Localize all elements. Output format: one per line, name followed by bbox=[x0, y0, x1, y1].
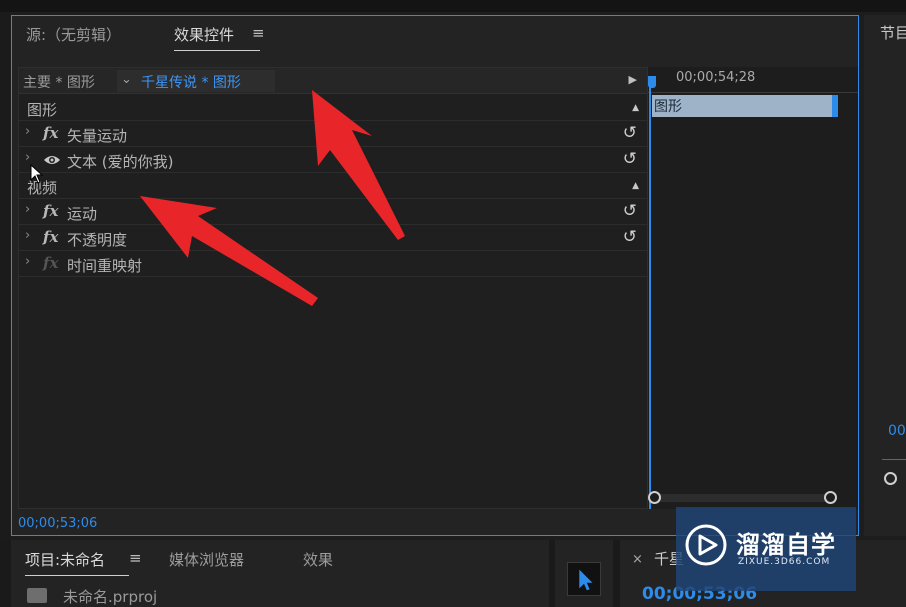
reset-icon[interactable]: ↺ bbox=[623, 227, 637, 247]
effect-label: 不透明度 bbox=[67, 231, 128, 249]
play-logo-icon bbox=[685, 524, 727, 566]
clip-label: 图形 bbox=[654, 99, 682, 115]
tab-source[interactable]: 源:（无剪辑） bbox=[26, 24, 121, 45]
effect-label: 矢量运动 bbox=[67, 127, 128, 145]
program-timecode[interactable]: 00 bbox=[888, 423, 906, 439]
effect-controls-panel: 源:（无剪辑） 效果控件 ≡ 主要 * 图形 ⌄ 千星传说 * 图形 ▶ 图形 … bbox=[11, 15, 859, 536]
scroll-end-handle[interactable] bbox=[824, 491, 837, 504]
mouse-cursor-icon bbox=[30, 164, 44, 184]
collapse-up-icon[interactable]: ▲ bbox=[632, 181, 639, 191]
fx-icon[interactable]: fx bbox=[43, 228, 58, 246]
effects-list: 主要 * 图形 ⌄ 千星传说 * 图形 ▶ 图形 ▲ › fx 矢量运动 ↺ ›… bbox=[18, 67, 648, 509]
chevron-down-icon[interactable]: ⌄ bbox=[121, 72, 132, 87]
watermark-name: 溜溜自学 bbox=[736, 531, 836, 559]
section-label: 图形 bbox=[27, 101, 58, 119]
selection-arrow-icon bbox=[579, 569, 593, 591]
program-scroll-handle[interactable] bbox=[884, 472, 897, 485]
timeline-time: 00;00;54;28 bbox=[676, 70, 756, 85]
collapse-up-icon[interactable]: ▲ bbox=[632, 103, 639, 113]
tab-effect-controls[interactable]: 效果控件 bbox=[174, 24, 261, 51]
effect-row-vector-motion[interactable]: › fx 矢量运动 ↺ bbox=[19, 121, 647, 147]
tools-panel bbox=[555, 540, 613, 607]
eye-icon[interactable] bbox=[43, 154, 61, 166]
watermark-url: ZIXUE.3D66.COM bbox=[738, 557, 831, 567]
selection-tool-button[interactable] bbox=[567, 562, 601, 596]
close-icon[interactable]: × bbox=[632, 552, 643, 567]
playhead-line bbox=[649, 87, 651, 509]
tab-media-browser[interactable]: 媒体浏览器 bbox=[169, 549, 244, 570]
panel-menu-icon[interactable]: ≡ bbox=[252, 24, 265, 42]
fx-icon[interactable]: fx bbox=[43, 202, 58, 220]
effect-row-text[interactable]: › 文本 (爱的你我) ↺ bbox=[19, 147, 647, 173]
project-file-name[interactable]: 未命名.prproj bbox=[63, 586, 157, 607]
effect-label: 文本 (爱的你我) bbox=[67, 153, 174, 171]
play-triangle-icon[interactable]: ▶ bbox=[629, 73, 637, 86]
timeline-clip[interactable]: 图形 bbox=[652, 95, 838, 117]
fx-icon[interactable]: fx bbox=[43, 124, 58, 142]
timeline-scrollbar[interactable] bbox=[654, 494, 836, 502]
reset-icon[interactable]: ↺ bbox=[623, 123, 637, 143]
top-strip bbox=[0, 0, 906, 12]
tab-program[interactable]: 节目 bbox=[880, 22, 906, 43]
effect-label: 运动 bbox=[67, 205, 98, 223]
master-clip-label[interactable]: 主要 * 图形 bbox=[23, 72, 95, 92]
watermark: 溜溜自学 ZIXUE.3D66.COM bbox=[676, 507, 856, 591]
sequence-clip-label[interactable]: 千星传说 * 图形 bbox=[141, 72, 241, 92]
folder-icon bbox=[27, 588, 47, 603]
twirl-right-icon[interactable]: › bbox=[25, 202, 30, 217]
current-timecode[interactable]: 00;00;53;06 bbox=[18, 516, 97, 531]
tab-project[interactable]: 项目:未命名 bbox=[25, 549, 130, 576]
clip-header: 主要 * 图形 ⌄ 千星传说 * 图形 ▶ bbox=[19, 68, 647, 94]
section-video[interactable]: 视频 ▲ bbox=[19, 173, 647, 199]
effect-row-motion[interactable]: › fx 运动 ↺ bbox=[19, 199, 647, 225]
section-graphics[interactable]: 图形 ▲ bbox=[19, 95, 647, 121]
project-panel: 项目:未命名 ≡ 媒体浏览器 效果 未命名.prproj bbox=[11, 540, 549, 607]
reset-icon[interactable]: ↺ bbox=[623, 149, 637, 169]
timeline-ruler[interactable] bbox=[648, 87, 858, 93]
panel-tabs: 源:（无剪辑） 效果控件 ≡ bbox=[12, 16, 858, 54]
scroll-start-handle[interactable] bbox=[648, 491, 661, 504]
left-gutter bbox=[0, 12, 10, 540]
twirl-right-icon[interactable]: › bbox=[25, 254, 30, 269]
program-scrub-bar[interactable] bbox=[882, 459, 906, 467]
twirl-right-icon[interactable]: › bbox=[25, 228, 30, 243]
twirl-right-icon[interactable]: › bbox=[25, 150, 30, 165]
effect-label: 时间重映射 bbox=[67, 257, 143, 275]
effect-row-time-remap[interactable]: › fx 时间重映射 bbox=[19, 251, 647, 277]
program-monitor-panel: 节目 00 bbox=[864, 15, 906, 536]
tab-effects[interactable]: 效果 bbox=[303, 549, 333, 570]
effect-row-opacity[interactable]: › fx 不透明度 ↺ bbox=[19, 225, 647, 251]
reset-icon[interactable]: ↺ bbox=[623, 201, 637, 221]
fx-disabled-icon: fx bbox=[43, 254, 59, 272]
mini-timeline[interactable]: 00;00;54;28 图形 bbox=[648, 67, 858, 509]
clip-selector[interactable]: ⌄ 千星传说 * 图形 bbox=[117, 70, 275, 92]
twirl-right-icon[interactable]: › bbox=[25, 124, 30, 139]
panel-menu-icon[interactable]: ≡ bbox=[129, 549, 142, 567]
